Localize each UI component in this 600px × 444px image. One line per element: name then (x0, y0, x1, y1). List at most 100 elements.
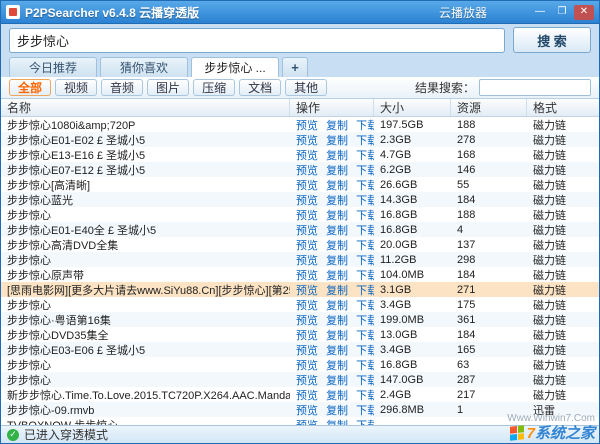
preview-link[interactable]: 预览 (296, 300, 318, 312)
download-link[interactable]: 下载 (356, 285, 374, 297)
copy-link[interactable]: 复制 (326, 225, 348, 237)
copy-link[interactable]: 复制 (326, 240, 348, 252)
minimize-button[interactable]: — (530, 5, 550, 20)
download-link[interactable]: 下载 (356, 240, 374, 252)
download-link[interactable]: 下载 (356, 195, 374, 207)
preview-link[interactable]: 预览 (296, 225, 318, 237)
maximize-button[interactable]: ❐ (552, 5, 572, 20)
download-link[interactable]: 下载 (356, 330, 374, 342)
filter-button-video[interactable]: 视频 (55, 79, 97, 96)
copy-link[interactable]: 复制 (326, 210, 348, 222)
download-link[interactable]: 下载 (356, 390, 374, 402)
preview-link[interactable]: 预览 (296, 270, 318, 282)
table-row[interactable]: 步步惊心 预览 复制 下载 11.2GB 298 磁力链 (1, 252, 599, 267)
table-row[interactable]: 新步步惊心.Time.To.Love.2015.TC720P.X264.AAC.… (1, 387, 599, 402)
copy-link[interactable]: 复制 (326, 180, 348, 192)
tab-today[interactable]: 今日推荐 (9, 57, 97, 77)
preview-link[interactable]: 预览 (296, 120, 318, 132)
table-row[interactable]: 步步惊心-09.rmvb 预览 复制 下载 296.8MB 1 迅雷 (1, 402, 599, 417)
preview-link[interactable]: 预览 (296, 210, 318, 222)
table-row[interactable]: 步步惊心E07-E12 £ 圣城小5 预览 复制 下载 6.2GB 146 磁力… (1, 162, 599, 177)
table-row[interactable]: 步步惊心1080i&amp;720P 预览 复制 下载 197.5GB 188 … (1, 117, 599, 132)
table-row[interactable]: 步步惊心E01-E40全 £ 圣城小5 预览 复制 下载 16.8GB 4 磁力… (1, 222, 599, 237)
column-header-actions[interactable]: 操作 (290, 99, 374, 116)
table-row[interactable]: 步步惊心高清DVD全集 预览 复制 下载 20.0GB 137 磁力链 (1, 237, 599, 252)
table-row[interactable]: 步步惊心·粤语第16集 预览 复制 下载 199.0MB 361 磁力链 (1, 312, 599, 327)
preview-link[interactable]: 预览 (296, 375, 318, 387)
preview-link[interactable]: 预览 (296, 255, 318, 267)
download-link[interactable]: 下载 (356, 375, 374, 387)
table-row[interactable]: TVBOXNOW 步步惊心 预览 复制 下载 (1, 417, 599, 425)
copy-link[interactable]: 复制 (326, 270, 348, 282)
download-link[interactable]: 下载 (356, 315, 374, 327)
column-header-format[interactable]: 格式 (527, 99, 599, 116)
table-row[interactable]: 步步惊心[高清晰] 预览 复制 下载 26.6GB 55 磁力链 (1, 177, 599, 192)
copy-link[interactable]: 复制 (326, 120, 348, 132)
download-link[interactable]: 下载 (356, 165, 374, 177)
download-link[interactable]: 下载 (356, 150, 374, 162)
filter-button-other[interactable]: 其他 (285, 79, 327, 96)
filter-button-image[interactable]: 图片 (147, 79, 189, 96)
preview-link[interactable]: 预览 (296, 195, 318, 207)
table-row[interactable]: 步步惊心E13-E16 £ 圣城小5 预览 复制 下载 4.7GB 168 磁力… (1, 147, 599, 162)
column-header-name[interactable]: 名称 (1, 99, 290, 116)
preview-link[interactable]: 预览 (296, 135, 318, 147)
download-link[interactable]: 下载 (356, 180, 374, 192)
download-link[interactable]: 下载 (356, 255, 374, 267)
tab-result[interactable]: 步步惊心 ... (191, 57, 279, 77)
preview-link[interactable]: 预览 (296, 360, 318, 372)
copy-link[interactable]: 复制 (326, 390, 348, 402)
preview-link[interactable]: 预览 (296, 390, 318, 402)
download-link[interactable]: 下载 (356, 345, 374, 357)
cloud-player-button[interactable]: 云播放器 (439, 4, 487, 21)
download-link[interactable]: 下载 (356, 225, 374, 237)
download-link[interactable]: 下载 (356, 270, 374, 282)
table-row[interactable]: 步步惊心 预览 复制 下载 147.0GB 287 磁力链 (1, 372, 599, 387)
preview-link[interactable]: 预览 (296, 150, 318, 162)
download-link[interactable]: 下载 (356, 210, 374, 222)
preview-link[interactable]: 预览 (296, 180, 318, 192)
copy-link[interactable]: 复制 (326, 375, 348, 387)
download-link[interactable]: 下载 (356, 300, 374, 312)
tab-guess[interactable]: 猜你喜欢 (100, 57, 188, 77)
preview-link[interactable]: 预览 (296, 285, 318, 297)
copy-link[interactable]: 复制 (326, 345, 348, 357)
table-row[interactable]: 步步惊心原声带 预览 复制 下载 104.0MB 184 磁力链 (1, 267, 599, 282)
copy-link[interactable]: 复制 (326, 195, 348, 207)
download-link[interactable]: 下载 (356, 135, 374, 147)
preview-link[interactable]: 预览 (296, 315, 318, 327)
copy-link[interactable]: 复制 (326, 165, 348, 177)
copy-link[interactable]: 复制 (326, 405, 348, 417)
copy-link[interactable]: 复制 (326, 315, 348, 327)
close-button[interactable]: ✕ (574, 5, 594, 20)
column-header-size[interactable]: 大小 (374, 99, 451, 116)
search-input[interactable] (9, 28, 505, 53)
filter-button-audio[interactable]: 音频 (101, 79, 143, 96)
preview-link[interactable]: 预览 (296, 405, 318, 417)
result-search-input[interactable] (479, 79, 591, 96)
table-row[interactable]: 步步惊心E03-E06 £ 圣城小5 预览 复制 下载 3.4GB 165 磁力… (1, 342, 599, 357)
preview-link[interactable]: 预览 (296, 345, 318, 357)
filter-button-archive[interactable]: 压缩 (193, 79, 235, 96)
tab-new[interactable]: + (282, 57, 308, 77)
copy-link[interactable]: 复制 (326, 150, 348, 162)
copy-link[interactable]: 复制 (326, 360, 348, 372)
table-row[interactable]: 步步惊心 预览 复制 下载 16.8GB 188 磁力链 (1, 207, 599, 222)
table-row[interactable]: [思雨电影网][更多大片请去www.SiYu88.Cn][步步惊心][第25-3… (1, 282, 599, 297)
copy-link[interactable]: 复制 (326, 330, 348, 342)
copy-link[interactable]: 复制 (326, 285, 348, 297)
preview-link[interactable]: 预览 (296, 330, 318, 342)
download-link[interactable]: 下载 (356, 360, 374, 372)
filter-button-all[interactable]: 全部 (9, 79, 51, 96)
download-link[interactable]: 下载 (356, 120, 374, 132)
table-row[interactable]: 步步惊心 预览 复制 下载 16.8GB 63 磁力链 (1, 357, 599, 372)
copy-link[interactable]: 复制 (326, 135, 348, 147)
table-row[interactable]: 步步惊心 预览 复制 下载 3.4GB 175 磁力链 (1, 297, 599, 312)
table-row[interactable]: 步步惊心DVD35集全 预览 复制 下载 13.0GB 184 磁力链 (1, 327, 599, 342)
table-row[interactable]: 步步惊心E01-E02 £ 圣城小5 预览 复制 下载 2.3GB 278 磁力… (1, 132, 599, 147)
copy-link[interactable]: 复制 (326, 255, 348, 267)
preview-link[interactable]: 预览 (296, 165, 318, 177)
column-header-resources[interactable]: 资源 (451, 99, 527, 116)
preview-link[interactable]: 预览 (296, 240, 318, 252)
filter-button-doc[interactable]: 文档 (239, 79, 281, 96)
